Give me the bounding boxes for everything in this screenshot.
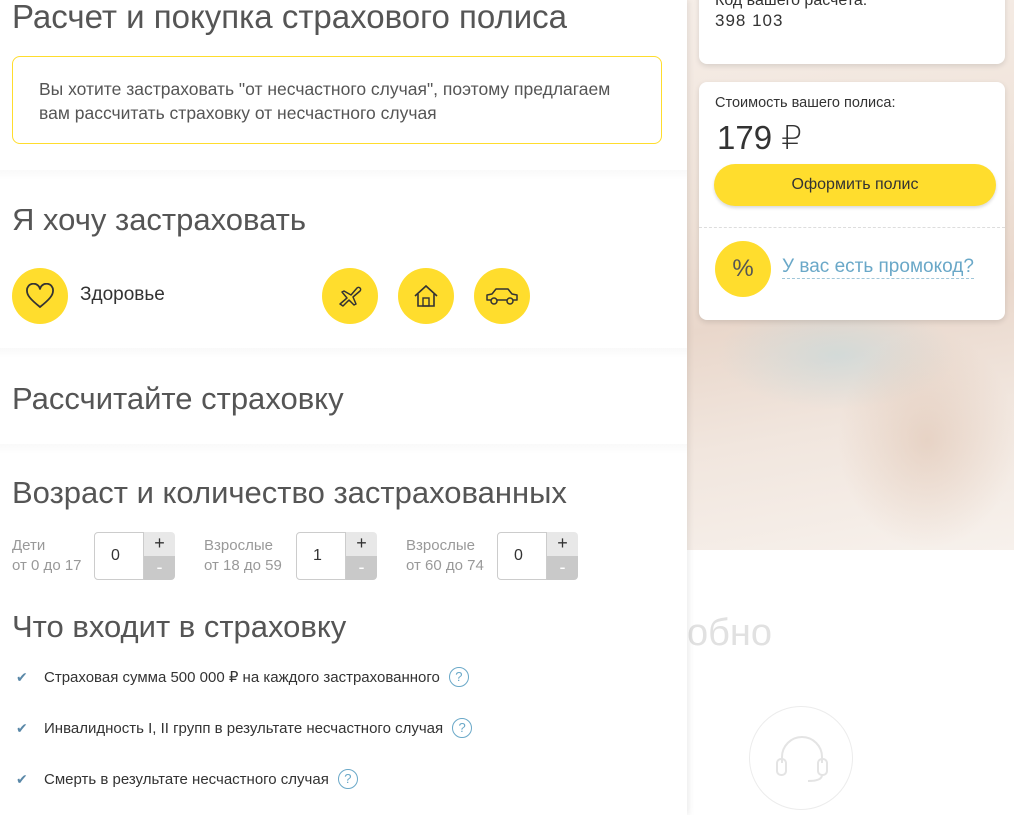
age-group-title: Дети [12, 537, 46, 554]
category-property-button[interactable] [398, 268, 454, 324]
card-divider [699, 227, 1005, 228]
children-increment-button[interactable]: + [144, 532, 175, 556]
check-icon: ✔ [16, 770, 28, 787]
seniors-count-input[interactable]: 0 [497, 532, 547, 580]
seniors-increment-button[interactable]: + [547, 532, 578, 556]
category-travel-button[interactable] [322, 268, 378, 324]
policy-price-value: 179 ₽ [717, 119, 803, 156]
category-health-label[interactable]: Здоровье [80, 284, 165, 306]
notice-box: Вы хотите застраховать "от несчастного с… [12, 56, 662, 144]
heart-icon [26, 283, 54, 309]
children-decrement-button[interactable]: - [144, 556, 175, 580]
check-icon: ✔ [16, 668, 28, 685]
section-divider [0, 170, 687, 180]
photo-blob [837, 330, 1014, 550]
calculation-code-value: 398 103 [715, 11, 784, 30]
age-group-title: Взрослые [204, 537, 273, 554]
background-heading: обно [687, 612, 773, 654]
age-group-range: от 0 до 17 [12, 557, 82, 574]
children-stepper: 0 + - [94, 532, 176, 580]
calculation-code-label: Код вашего расчета: [715, 0, 868, 9]
adults-count-input[interactable]: 1 [296, 532, 346, 580]
car-icon [486, 288, 518, 305]
coverage-item-text: Смерть в результате несчастного случая [44, 770, 329, 788]
insure-section-title: Я хочу застраховать [12, 202, 307, 237]
support-button[interactable] [749, 706, 853, 810]
help-icon[interactable]: ? [452, 718, 473, 738]
age-group-children-label: Дети от 0 до 17 [12, 536, 82, 576]
age-group-range: от 60 до 74 [406, 557, 484, 574]
headset-icon [776, 736, 828, 782]
category-health-button[interactable] [12, 268, 68, 324]
check-icon: ✔ [16, 719, 28, 736]
calculate-section-title: Рассчитайте страховку [12, 381, 344, 416]
section-divider [0, 444, 687, 454]
section-divider [0, 348, 687, 358]
age-group-title: Взрослые [406, 537, 475, 554]
ages-section-title: Возраст и количество застрахованных [12, 475, 567, 510]
children-count-input[interactable]: 0 [94, 532, 144, 580]
seniors-stepper: 0 + - [497, 532, 579, 580]
percent-icon[interactable]: % [715, 241, 771, 297]
buy-policy-button[interactable]: Оформить полис [714, 164, 996, 206]
promo-code-link[interactable]: У вас есть промокод? [782, 256, 974, 279]
adults-decrement-button[interactable]: - [346, 556, 377, 580]
coverage-item-text: Инвалидность I, II групп в результате не… [44, 719, 444, 737]
help-icon[interactable]: ? [337, 769, 358, 789]
policy-price-card: Стоимость вашего полиса: 179 ₽ Оформить … [699, 82, 1005, 320]
page-title: Расчет и покупка страхового полиса [12, 0, 568, 35]
help-icon[interactable]: ? [448, 667, 469, 687]
coverage-item-text: Страховая сумма 500 000 ₽ на каждого зас… [44, 669, 440, 686]
category-car-button[interactable] [474, 268, 530, 324]
coverage-item: ✔ Страховая сумма 500 000 ₽ на каждого з… [16, 665, 469, 689]
calculator-panel: Расчет и покупка страхового полиса Вы хо… [0, 0, 687, 815]
age-group-seniors-label: Взрослые от 60 до 74 [406, 536, 484, 576]
age-group-adults-label: Взрослые от 18 до 59 [204, 536, 282, 576]
policy-price-label: Стоимость вашего полиса: [715, 95, 896, 111]
seniors-decrement-button[interactable]: - [547, 556, 578, 580]
house-icon [414, 284, 438, 307]
coverage-item: ✔ Инвалидность I, II групп в результате … [16, 716, 473, 740]
coverage-item: ✔ Смерть в результате несчастного случая… [16, 767, 358, 791]
adults-increment-button[interactable]: + [346, 532, 377, 556]
adults-stepper: 1 + - [296, 532, 378, 580]
coverage-section-title: Что входит в страховку [12, 609, 347, 644]
age-group-range: от 18 до 59 [204, 557, 282, 574]
plane-icon [339, 286, 362, 307]
calculation-code-card: Код вашего расчета: 398 103 [699, 0, 1005, 64]
